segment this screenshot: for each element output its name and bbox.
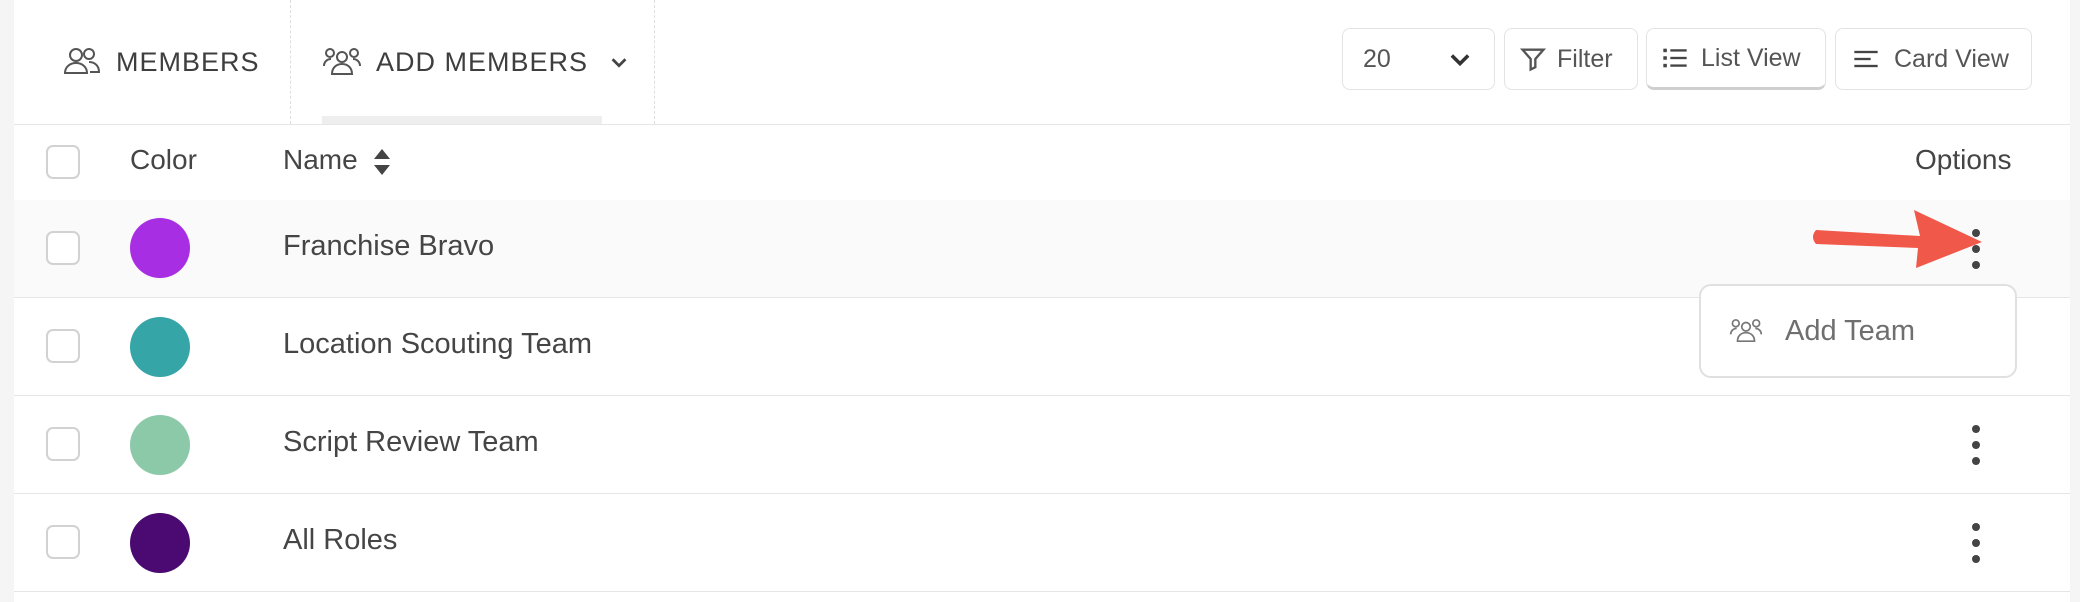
- header-name[interactable]: Name: [283, 144, 391, 176]
- tab-members-label: MEMBERS: [116, 46, 260, 77]
- filter-label: Filter: [1557, 44, 1613, 73]
- list-icon: [1663, 48, 1687, 68]
- row-name: Location Scouting Team: [283, 328, 593, 360]
- tab-members[interactable]: MEMBERS: [62, 0, 260, 124]
- kebab-icon[interactable]: [1964, 523, 1988, 563]
- tab-add-members[interactable]: ADD MEMBERS: [322, 0, 630, 124]
- annotation-arrow: [1813, 210, 1982, 268]
- row-checkbox[interactable]: [46, 427, 80, 461]
- row-name: Script Review Team: [283, 426, 539, 458]
- tab-divider: [290, 0, 291, 124]
- members-icon: [63, 48, 101, 74]
- filter-icon: [1519, 48, 1547, 72]
- tab-add-members-label: ADD MEMBERS: [376, 46, 589, 77]
- list-view-label: List View: [1701, 43, 1801, 72]
- row-name: All Roles: [283, 524, 398, 556]
- tab-divider: [654, 0, 655, 124]
- row-name: Franchise Bravo: [283, 230, 495, 262]
- table-row[interactable]: Script Review Team: [14, 396, 2070, 494]
- select-all-checkbox[interactable]: [46, 145, 80, 179]
- add-members-icon: [323, 48, 361, 75]
- row-checkbox[interactable]: [46, 329, 80, 363]
- row-checkbox[interactable]: [46, 525, 80, 559]
- list-view-button[interactable]: List View: [1646, 28, 1826, 90]
- per-page-select[interactable]: 20: [1342, 28, 1495, 90]
- options-dropdown: Add Team: [1699, 284, 2017, 378]
- header-name-label: Name: [283, 144, 358, 175]
- color-swatch: [130, 513, 190, 573]
- per-page-value: 20: [1363, 44, 1391, 73]
- filter-button[interactable]: Filter: [1504, 28, 1638, 90]
- sort-icon[interactable]: [373, 148, 391, 176]
- chevron-down-icon: [1450, 54, 1470, 67]
- members-panel: MEMBERS ADD MEMBERS 20 Filter List View …: [14, 0, 2070, 602]
- toolbar: MEMBERS ADD MEMBERS 20 Filter List View …: [14, 0, 2070, 125]
- table-row[interactable]: All Roles: [14, 494, 2070, 592]
- team-icon: [1729, 319, 1763, 343]
- add-team-menu-item[interactable]: Add Team: [1785, 315, 1915, 348]
- kebab-icon[interactable]: [1964, 425, 1988, 465]
- active-tab-indicator: [322, 116, 602, 124]
- chevron-down-icon[interactable]: [608, 51, 630, 73]
- color-swatch: [130, 415, 190, 475]
- color-swatch: [130, 317, 190, 377]
- card-view-icon: [1854, 50, 1878, 68]
- row-checkbox[interactable]: [46, 231, 80, 265]
- table-header: Color Name Options: [14, 124, 2070, 201]
- color-swatch: [130, 218, 190, 278]
- header-color: Color: [130, 144, 197, 175]
- header-options: Options: [1915, 144, 2012, 175]
- card-view-label: Card View: [1894, 44, 2009, 73]
- card-view-button[interactable]: Card View: [1835, 28, 2032, 90]
